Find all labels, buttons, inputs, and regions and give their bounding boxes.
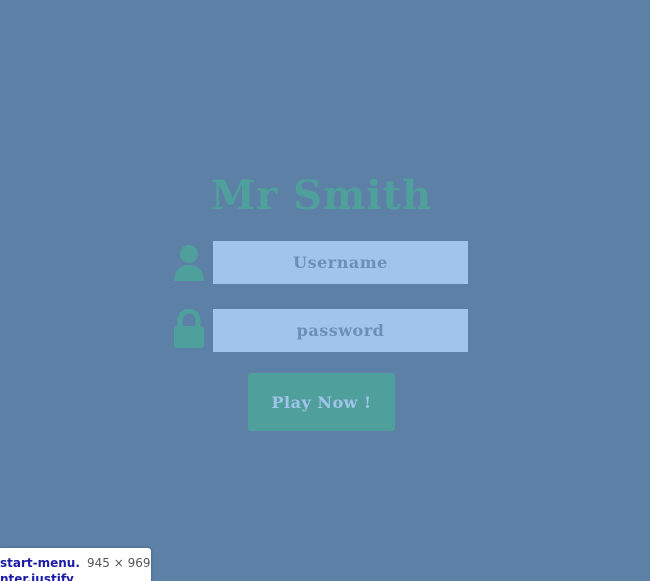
user-icon	[172, 241, 206, 283]
play-now-button[interactable]: Play Now !	[248, 373, 395, 431]
tooltip-selector-continued: nter.justify	[0, 572, 74, 581]
password-input[interactable]	[213, 309, 468, 352]
login-page: Mr Smith Play Now ! start-menu. nter.jus…	[0, 0, 650, 581]
tooltip-dimensions: 945 × 969	[87, 556, 151, 570]
tooltip-selector: start-menu.	[0, 556, 80, 570]
page-title: Mr Smith	[210, 172, 433, 219]
lock-icon	[172, 308, 206, 351]
username-input[interactable]	[213, 241, 468, 284]
devtools-element-tooltip: start-menu. nter.justify 945 × 969	[0, 548, 151, 581]
